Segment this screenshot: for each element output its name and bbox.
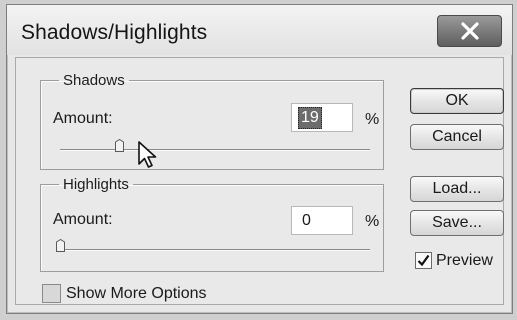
- preview-checkbox[interactable]: [415, 252, 432, 269]
- load-button-label: Load...: [432, 180, 482, 197]
- shadows-unit: %: [365, 111, 380, 128]
- dialog-title: Shadows/Highlights: [21, 21, 208, 44]
- highlights-amount-value: 0: [302, 212, 311, 229]
- load-button[interactable]: Load...: [410, 176, 504, 202]
- cancel-button[interactable]: Cancel: [410, 124, 504, 150]
- check-icon: [417, 254, 430, 267]
- highlights-amount-label: Amount:: [53, 211, 113, 228]
- close-icon: [460, 22, 479, 40]
- preview-label[interactable]: Preview: [436, 252, 493, 270]
- show-more-options-checkbox[interactable]: [42, 284, 61, 303]
- title-bar: Shadows/Highlights: [7, 5, 512, 55]
- shadows-legend: Shadows: [63, 72, 125, 89]
- ok-button[interactable]: OK: [410, 88, 504, 114]
- cancel-button-label: Cancel: [432, 128, 482, 145]
- shadows-slider-thumb[interactable]: [114, 139, 124, 152]
- save-button[interactable]: Save...: [410, 210, 504, 236]
- shadows-amount-value: 19: [298, 107, 322, 129]
- dialog-body: Shadows Amount: 19 % Highlights Amount: …: [15, 57, 504, 305]
- shadows-highlights-dialog: Shadows/Highlights Shadows Amount: 19 % …: [6, 4, 513, 314]
- save-button-label: Save...: [432, 214, 482, 231]
- highlights-slider-thumb[interactable]: [56, 239, 65, 252]
- highlights-amount-input[interactable]: 0: [291, 206, 353, 235]
- shadows-amount-input[interactable]: 19: [291, 103, 353, 132]
- highlights-legend: Highlights: [63, 176, 129, 193]
- mouse-pointer-icon: [138, 141, 157, 168]
- shadows-slider-track[interactable]: [60, 149, 370, 150]
- show-more-options-label[interactable]: Show More Options: [66, 285, 207, 303]
- close-button[interactable]: [437, 15, 502, 47]
- shadows-amount-label: Amount:: [53, 110, 113, 127]
- highlights-slider-track[interactable]: [60, 249, 370, 250]
- highlights-unit: %: [365, 213, 380, 230]
- ok-button-label: OK: [445, 92, 469, 109]
